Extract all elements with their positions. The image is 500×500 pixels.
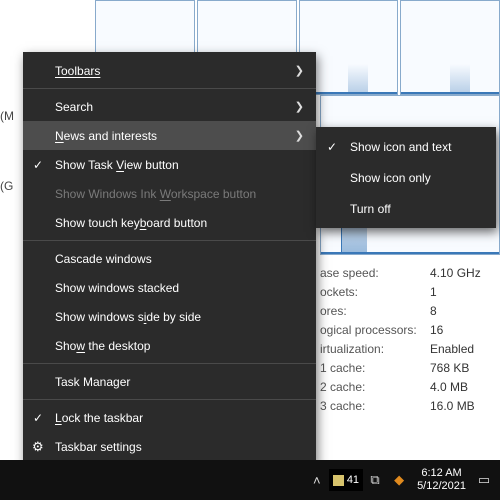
chevron-right-icon: ❯ (295, 129, 304, 142)
chevron-right-icon: ❯ (295, 64, 304, 77)
weather-badge[interactable]: 41 (329, 469, 363, 491)
menu-search[interactable]: Search ❯ (23, 92, 316, 121)
clock-date: 5/12/2021 (417, 480, 466, 493)
submenu-show-icon-text[interactable]: ✓ Show icon and text (316, 131, 496, 162)
submenu-show-icon-only[interactable]: Show icon only (316, 162, 496, 193)
stat-row: ase speed:4.10 GHz (320, 263, 492, 282)
check-icon: ✓ (33, 411, 43, 425)
chevron-right-icon: ❯ (295, 100, 304, 113)
side-cropped-labels: (M (G (0, 55, 14, 194)
stat-row: irtualization:Enabled (320, 339, 492, 358)
clock-time: 6:12 AM (417, 467, 466, 480)
cpu-stats-table: ase speed:4.10 GHzockets:1ores:8ogical p… (320, 263, 492, 415)
menu-show-desktop[interactable]: Show the desktop (23, 331, 316, 360)
menu-toolbars[interactable]: Toolbars ❯ (23, 56, 316, 85)
stat-row: 1 cache:768 KB (320, 358, 492, 377)
menu-separator (23, 399, 316, 400)
sun-icon (333, 475, 344, 486)
submenu-turn-off[interactable]: Turn off (316, 193, 496, 224)
menu-ink-workspace: Show Windows Ink Workspace button (23, 179, 316, 208)
windows-taskbar[interactable]: ˄ 41 ⧉ ◆ 6:12 AM 5/12/2021 ▭ (0, 460, 500, 500)
menu-separator (23, 240, 316, 241)
system-clock[interactable]: 6:12 AM 5/12/2021 (411, 467, 472, 492)
menu-stacked-windows[interactable]: Show windows stacked (23, 273, 316, 302)
tray-chevron-icon[interactable]: ˄ (305, 460, 329, 500)
stat-row: ores:8 (320, 301, 492, 320)
security-icon[interactable]: ◆ (387, 460, 411, 500)
notifications-icon[interactable]: ▭ (472, 460, 496, 500)
menu-touch-keyboard[interactable]: Show touch keyboard button (23, 208, 316, 237)
gear-icon: ⚙ (32, 439, 44, 455)
stat-row: ockets:1 (320, 282, 492, 301)
menu-separator (23, 363, 316, 364)
taskbar-context-menu: Toolbars ❯ Search ❯ News and interests ❯… (23, 52, 316, 465)
check-icon: ✓ (33, 158, 43, 172)
menu-separator (23, 88, 316, 89)
stat-row: ogical processors:16 (320, 320, 492, 339)
menu-news-and-interests[interactable]: News and interests ❯ (23, 121, 316, 150)
menu-side-by-side[interactable]: Show windows side by side (23, 302, 316, 331)
news-interests-submenu: ✓ Show icon and text Show icon only Turn… (316, 127, 496, 228)
menu-task-manager[interactable]: Task Manager (23, 367, 316, 396)
dropbox-icon[interactable]: ⧉ (363, 460, 387, 500)
menu-cascade-windows[interactable]: Cascade windows (23, 244, 316, 273)
menu-show-task-view[interactable]: ✓ Show Task View button (23, 150, 316, 179)
menu-lock-taskbar[interactable]: ✓ Lock the taskbar (23, 403, 316, 432)
check-icon: ✓ (327, 140, 337, 154)
temperature: 41 (347, 474, 359, 486)
menu-taskbar-settings[interactable]: ⚙ Taskbar settings (23, 432, 316, 461)
stat-row: 3 cache:16.0 MB (320, 396, 492, 415)
stat-row: 2 cache:4.0 MB (320, 377, 492, 396)
